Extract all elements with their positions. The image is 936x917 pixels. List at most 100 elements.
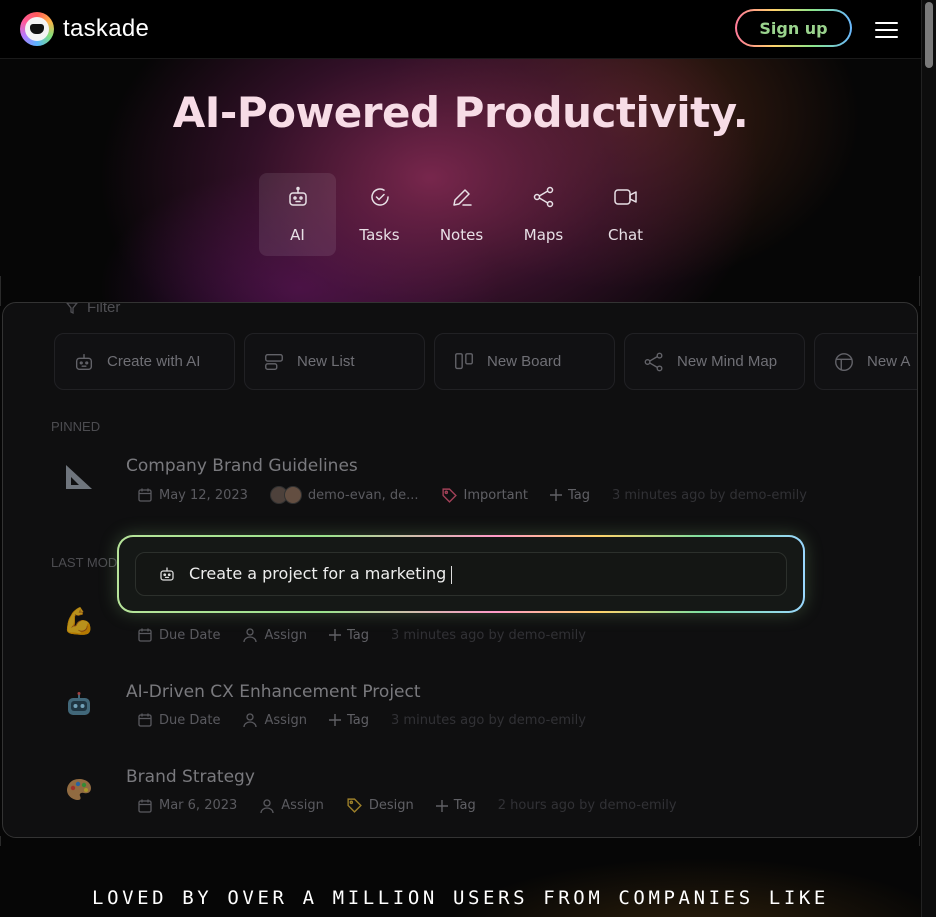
pinned-section-label: PINNED (51, 419, 101, 434)
flexed-biceps-icon: 💪 (62, 605, 96, 636)
new-mind-map-button[interactable]: New Mind Map (624, 333, 805, 390)
updated-text: 3 minutes ago by demo-emily (611, 487, 807, 503)
plus-icon (329, 629, 341, 641)
plus-icon (329, 714, 341, 726)
due-date[interactable]: Due Date (137, 712, 220, 728)
project-title[interactable]: AI-Driven CX Enhancement Project (126, 682, 421, 702)
plus-icon (549, 489, 562, 501)
check-circle-icon (368, 185, 392, 209)
sign-up-button[interactable]: Sign up (735, 9, 852, 47)
palette-icon (63, 774, 95, 806)
social-proof-heading: LOVED BY OVER A MILLION USERS FROM COMPA… (92, 887, 829, 909)
updated-text: 3 minutes ago by demo-emily (391, 627, 586, 643)
new-a-button[interactable]: New A (814, 333, 917, 390)
video-icon (613, 185, 639, 209)
hamburger-menu-icon[interactable] (875, 22, 898, 38)
tab-label: Chat (607, 226, 644, 244)
tag-icon (441, 487, 458, 504)
calendar-icon (137, 487, 153, 503)
list-icon (263, 351, 285, 373)
due-date[interactable]: Mar 6, 2023 (137, 798, 237, 814)
updated-text: 2 hours ago by demo-emily (497, 798, 677, 813)
action-label: New List (297, 353, 355, 370)
filter-label: Filter (87, 302, 121, 316)
board-icon (453, 351, 475, 373)
calendar-icon (137, 712, 153, 728)
action-label: New Board (487, 353, 562, 370)
mind-map-icon (643, 351, 665, 373)
frame-edge-right-bottom (919, 836, 920, 846)
tab-label: Notes (439, 226, 484, 244)
frame-edge-right (919, 276, 920, 306)
add-tag-button[interactable]: Tag (329, 628, 369, 643)
pen-icon (450, 185, 474, 209)
plus-icon (435, 799, 448, 812)
new-board-button[interactable]: New Board (434, 333, 615, 390)
last-modified-section-label: LAST MOD (51, 555, 118, 570)
action-label: New A (867, 353, 911, 370)
robot-icon (73, 351, 95, 373)
due-date[interactable]: Due Date (137, 627, 220, 643)
funnel-icon (65, 303, 79, 315)
feature-tabs: AI Tasks Notes Maps Chat (259, 173, 664, 256)
filter-button[interactable]: Filter (65, 302, 121, 316)
grid-icon (833, 351, 855, 373)
ai-prompt-input[interactable]: Create a project for a marketing (135, 552, 787, 596)
add-tag-button[interactable]: Tag (329, 713, 369, 728)
create-with-ai-button[interactable]: Create with AI (54, 333, 235, 390)
project-meta: May 12, 2023 demo-evan, de... Important … (137, 486, 829, 504)
project-meta: Mar 6, 2023 Assign Design Tag 2 hours ag… (137, 797, 699, 814)
project-meta: Due Date Assign Tag 3 minutes ago by dem… (137, 627, 608, 643)
quick-actions: Create with AI New List New Board New Mi… (54, 333, 917, 390)
assign-button[interactable]: Assign (242, 627, 307, 643)
frame-edge-left-bottom (0, 836, 1, 846)
mind-map-icon (532, 185, 556, 209)
person-icon (259, 798, 275, 814)
scrollbar[interactable] (921, 0, 936, 917)
members[interactable]: demo-evan, de... (269, 486, 419, 504)
tab-tasks[interactable]: Tasks (341, 173, 418, 256)
ai-prompt-box: Create a project for a marketing (117, 535, 805, 613)
assign-button[interactable]: Assign (259, 798, 324, 814)
scrollbar-thumb[interactable] (925, 2, 933, 68)
action-label: Create with AI (107, 353, 201, 370)
tab-label: AI (290, 226, 305, 244)
assign-button[interactable]: Assign (242, 712, 307, 728)
calendar-icon (137, 798, 153, 814)
person-icon (242, 712, 258, 728)
action-label: New Mind Map (677, 353, 778, 370)
robot-icon (158, 565, 176, 583)
page: taskade Sign up AI-Powered Productivity.… (0, 0, 921, 917)
new-list-button[interactable]: New List (244, 333, 425, 390)
frame-edge-left (0, 276, 1, 306)
project-meta: Due Date Assign Tag 3 minutes ago by dem… (137, 712, 608, 728)
updated-text: 3 minutes ago by demo-emily (391, 712, 586, 728)
tab-label: Maps (523, 226, 564, 244)
project-title[interactable]: Brand Strategy (126, 767, 255, 787)
top-navbar: taskade Sign up (0, 0, 921, 59)
tag-design[interactable]: Design (346, 797, 414, 814)
tab-notes[interactable]: Notes (423, 173, 500, 256)
add-tag-button[interactable]: Tag (435, 798, 476, 813)
brand-name: taskade (63, 15, 150, 42)
tab-maps[interactable]: Maps (505, 173, 582, 256)
add-tag-button[interactable]: Tag (549, 488, 590, 503)
prompt-text: Create a project for a marketing (189, 564, 447, 584)
person-icon (242, 627, 258, 643)
triangle-ruler-icon (63, 461, 95, 493)
text-caret (451, 565, 453, 584)
avatar (269, 486, 302, 504)
tag-important[interactable]: Important (441, 487, 528, 504)
tab-ai[interactable]: AI (259, 173, 336, 256)
tab-label: Tasks (359, 226, 400, 244)
hero-title: AI-Powered Productivity. (172, 88, 749, 137)
project-title[interactable]: Company Brand Guidelines (126, 456, 358, 476)
tab-chat[interactable]: Chat (587, 173, 664, 256)
taskade-logo[interactable]: taskade (20, 12, 149, 46)
due-date[interactable]: May 12, 2023 (137, 487, 248, 503)
logo-mark-icon (20, 12, 54, 46)
tag-icon (346, 797, 363, 814)
calendar-icon (137, 627, 153, 643)
robot-icon (286, 185, 310, 209)
robot-face-icon (63, 689, 95, 721)
